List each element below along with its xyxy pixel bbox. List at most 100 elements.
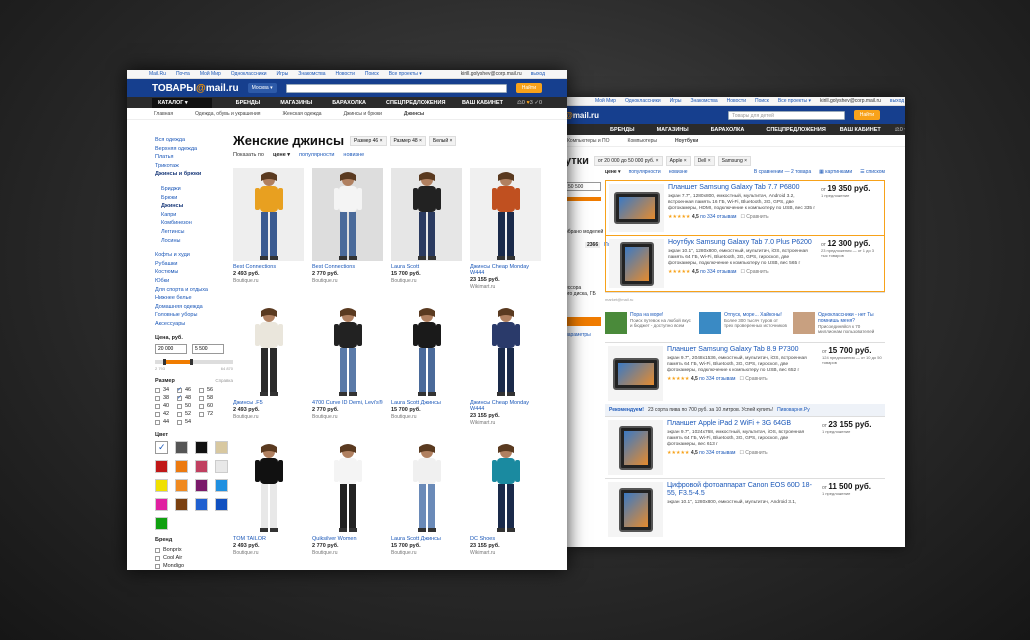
offers-link[interactable]: 124 предложения — от 10 до 50 товаров [822, 355, 882, 365]
size-help-link[interactable]: Справка [215, 378, 233, 383]
sidebar-subcategory[interactable]: Лосины [155, 237, 233, 246]
topbar-link[interactable]: Mail.Ru [149, 71, 166, 77]
size-checkbox[interactable] [177, 386, 182, 393]
size-checkbox[interactable] [177, 419, 182, 425]
compare-link[interactable]: ☐ Сравнить [739, 450, 767, 456]
color-swatch[interactable] [175, 498, 188, 512]
product-name[interactable]: Джинсы .F5 [233, 400, 304, 406]
back-search-button[interactable]: Найти [853, 110, 880, 120]
back-view-list[interactable]: ☰ списком [860, 169, 885, 175]
breadcrumb-item[interactable]: Главная [154, 111, 173, 117]
back-topbar-link[interactable]: Мой Мир [595, 98, 616, 104]
size-checkbox[interactable] [177, 403, 182, 409]
product-name[interactable]: Best Connections [312, 264, 383, 270]
size-checkbox[interactable] [199, 395, 204, 401]
product-name[interactable]: Best Connections [233, 264, 304, 270]
back-product-thumb[interactable] [609, 184, 664, 232]
product-photo[interactable] [470, 440, 541, 533]
size-option[interactable]: 58 [199, 395, 221, 401]
color-swatch[interactable] [215, 479, 228, 493]
sidebar-subcategory[interactable]: Капри [155, 211, 233, 220]
size-checkbox[interactable] [155, 395, 160, 401]
back-ad-image[interactable] [699, 312, 721, 334]
back-sort-price[interactable]: цене ▾ [605, 169, 621, 175]
sidebar-category[interactable]: Для спорта и отдыха [155, 286, 233, 295]
back-ad[interactable]: Отпуск, море... Хайконы! Более 300 тысяч … [699, 312, 787, 338]
brand-checkbox[interactable] [155, 563, 160, 569]
compare-link[interactable]: ☐ Сравнить [739, 376, 767, 382]
size-checkbox[interactable] [177, 411, 182, 417]
site-logo[interactable]: ТОВАРЫ@mail.ru [152, 83, 239, 94]
price-from-input[interactable] [155, 344, 187, 355]
back-product-thumb[interactable] [609, 239, 664, 288]
back-view-grid[interactable]: ▦ картинками [819, 169, 852, 175]
color-swatch[interactable] [155, 498, 168, 512]
search-input[interactable] [285, 83, 507, 93]
product-shop[interactable]: Boutique.ru [312, 278, 383, 284]
size-checkbox[interactable] [199, 387, 204, 393]
size-checkbox[interactable] [199, 411, 204, 417]
reviews-link[interactable]: по 334 отзывам [699, 450, 735, 456]
product-photo[interactable] [312, 304, 383, 397]
color-swatch[interactable] [155, 460, 168, 474]
size-option[interactable]: 52 [177, 411, 199, 417]
size-option[interactable]: 54 [177, 419, 199, 425]
menu-item[interactable]: СПЕЦПРЕДЛОЖЕНИЯ [386, 100, 445, 106]
sort-popular[interactable]: популярности [299, 152, 334, 158]
back-search-input[interactable]: Товары для детей [728, 110, 845, 120]
sidebar-category[interactable]: Домашняя одежда [155, 303, 233, 312]
back-price-slider[interactable] [565, 197, 601, 201]
topbar-link[interactable]: Игры [277, 71, 289, 77]
product-card[interactable]: DC Shoes 23 155 руб. Wikimart.ru [470, 440, 541, 570]
sidebar-category[interactable]: Костюмы [155, 268, 233, 277]
back-menu-item[interactable]: СПЕЦПРЕДЛОЖЕНИЯ [766, 127, 825, 133]
back-filter-tag[interactable]: от 20 000 до 50 000 руб. × [593, 156, 663, 166]
sidebar-category[interactable]: Аксессуары [155, 320, 233, 329]
breadcrumb-item[interactable]: Женская одежда [282, 111, 321, 117]
sidebar-category[interactable]: Трикотаж [155, 162, 233, 171]
size-option[interactable]: 56 [199, 387, 221, 393]
back-compare-link[interactable]: В сравнении — 2 товара [754, 169, 811, 175]
product-card[interactable]: Джинсы Cheap Monday W444 23 155 руб. Wikim… [470, 304, 541, 438]
back-filter-tag[interactable]: Apple × [665, 156, 691, 166]
back-topbar-link[interactable]: Одноклассники [625, 98, 661, 104]
city-selector[interactable]: Москва ▾ [247, 83, 277, 93]
product-card[interactable]: Laura Scott Джинсы 15 700 руб. Boutique.ru [391, 440, 462, 570]
product-name[interactable]: Джинсы Cheap Monday W444 [470, 400, 541, 412]
sidebar-subcategory[interactable]: Бриджи [155, 185, 233, 194]
back-product-name[interactable]: Планшет Samsung Galaxy Tab 7.7 P6800 [668, 184, 817, 192]
search-button[interactable]: Найти [515, 83, 542, 93]
topbar-link[interactable]: Почта [176, 71, 190, 77]
product-photo[interactable] [233, 168, 304, 261]
topbar-link[interactable]: Новости [336, 71, 355, 77]
product-photo[interactable] [233, 440, 304, 533]
color-swatch[interactable] [195, 460, 208, 474]
back-crumb-1[interactable]: Компьютеры и ПО [567, 138, 610, 144]
back-orange-btn[interactable] [565, 317, 601, 326]
product-shop[interactable]: Wikimart.ru [470, 284, 541, 290]
product-shop[interactable]: Boutique.ru [233, 414, 304, 420]
brand-option[interactable]: Cool Air [155, 554, 233, 562]
offers-link[interactable]: 1 предложение [822, 491, 882, 496]
sidebar-category[interactable]: Верхняя одежда [155, 145, 233, 154]
brand-checkbox[interactable] [155, 555, 160, 561]
color-swatch[interactable] [175, 479, 188, 493]
back-product-thumb[interactable] [608, 420, 663, 475]
product-card[interactable]: Джинсы .F5 2 493 руб. Boutique.ru [233, 304, 304, 438]
product-shop[interactable]: Boutique.ru [312, 414, 383, 420]
back-ad[interactable]: Одноклассники - нет Ты помнишь меня? Прис… [793, 312, 881, 338]
catalog-button[interactable]: КАТАЛОГ ▾ [152, 97, 212, 108]
sort-price[interactable]: цене ▾ [273, 152, 290, 158]
back-menu-item[interactable]: БРЕНДЫ [610, 127, 635, 133]
size-checkbox[interactable] [155, 411, 160, 417]
size-option[interactable]: 72 [199, 411, 221, 417]
back-filter-tag[interactable]: Dell × [693, 156, 715, 166]
color-swatch[interactable] [175, 441, 188, 455]
sidebar-category[interactable]: Рубашки [155, 260, 233, 269]
topbar-link[interactable]: Поиск [365, 71, 379, 77]
back-topbar-link[interactable]: Новости [727, 98, 746, 104]
product-photo[interactable] [391, 440, 462, 533]
cabinet-link[interactable]: ВАШ КАБИНЕТ [462, 100, 503, 106]
product-name[interactable]: DC Shoes [470, 536, 541, 542]
menu-item[interactable]: БАРАХОЛКА [332, 100, 366, 106]
